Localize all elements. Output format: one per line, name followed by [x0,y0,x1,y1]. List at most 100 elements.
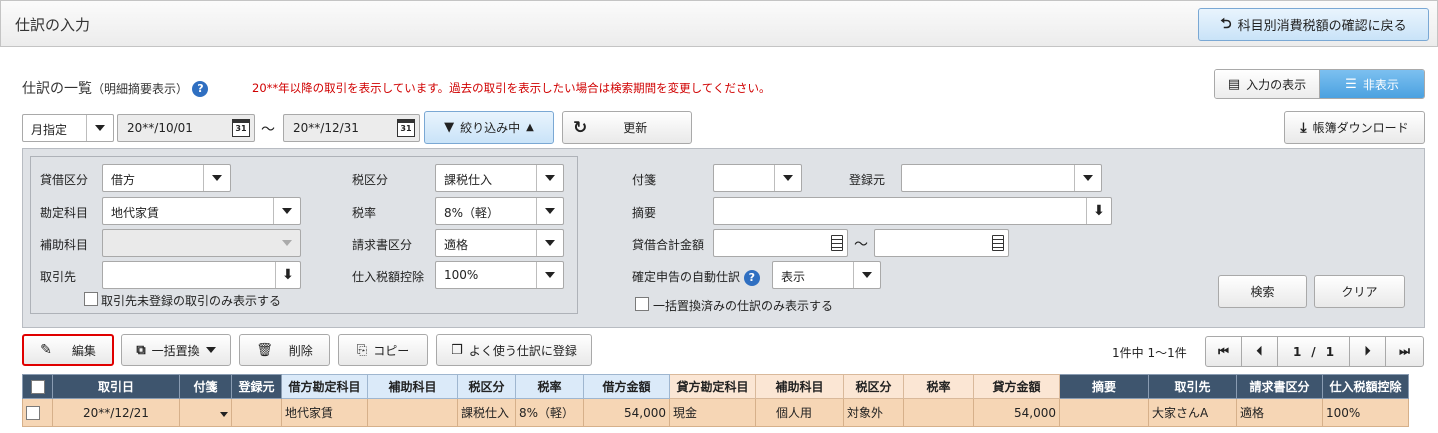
input-view-toggle: ▤ 入力の表示 ☰ 非表示 [1214,69,1425,99]
download-arrow-icon[interactable]: ⬇ [275,262,300,288]
hide-input-label: 非表示 [1362,77,1399,92]
tax-rate-select[interactable]: 8%（軽） [435,197,564,225]
header-description[interactable]: 摘要 [1059,374,1149,399]
calculator-icon[interactable] [992,235,1004,251]
header-debit-tax-category[interactable]: 税区分 [457,374,516,399]
amount-to-input[interactable] [874,229,1009,257]
invoice-category-select[interactable]: 適格 [435,229,564,257]
chevron-down-icon [536,230,563,256]
calendar-icon[interactable]: 31 [232,119,250,137]
current-page: 1 [1292,344,1302,359]
help-icon[interactable]: ? [743,269,760,286]
menu-icon: ☰ [1345,76,1357,92]
calendar-icon[interactable]: 31 [397,119,415,137]
date-from-field[interactable]: 20**/10/01 31 [117,114,255,142]
debit-credit-select[interactable]: 借方 [102,164,231,192]
cell-credit-account[interactable]: 現金 [669,398,756,427]
date-to-field[interactable]: 20**/12/31 31 [283,114,420,142]
header-tag[interactable]: 付箋 [179,374,232,399]
help-icon[interactable]: ? [192,81,209,97]
input-tax-deduction-select[interactable]: 100% [435,261,564,289]
edit-button[interactable]: ✎ 編集 [22,334,114,366]
cell-credit-tax-rate[interactable] [903,398,974,427]
select-all-checkbox[interactable] [30,379,45,394]
partner-unregistered-checkbox[interactable] [84,292,98,306]
cell-credit-sub-account[interactable]: 個人用 [755,398,844,427]
copy-button[interactable]: ⎘ コピー [338,334,428,366]
bulk-replaced-only-checkbox[interactable] [635,297,649,311]
header-date[interactable]: 取引日 [52,374,180,399]
header-credit-tax-rate[interactable]: 税率 [903,374,974,399]
header-credit-tax-category[interactable]: 税区分 [843,374,904,399]
auto-entry-select[interactable]: 表示 [772,261,881,289]
clear-button[interactable]: クリア [1314,275,1405,308]
row-select-cell[interactable] [22,398,53,427]
hide-input-button[interactable]: ☰ 非表示 [1320,70,1424,98]
invoice-category-label: 請求書区分 [352,238,413,252]
download-ledger-button[interactable]: ⤓ 帳簿ダウンロード [1284,111,1425,144]
back-to-tax-check-button[interactable]: ⮌ 科目別消費税額の確認に戻る [1198,8,1429,41]
header-registered-from[interactable]: 登録元 [231,374,282,399]
header-input-tax-deduction[interactable]: 仕入税額控除 [1322,374,1409,399]
chevron-down-icon [273,198,300,224]
refresh-button[interactable]: ↻ 更新 [562,111,692,144]
chevron-down-icon[interactable] [220,411,228,417]
first-page-icon[interactable]: ⏮ [1206,337,1242,366]
cell-invoice-category[interactable]: 適格 [1236,398,1323,427]
header-invoice-category[interactable]: 請求書区分 [1236,374,1323,399]
header-debit-account[interactable]: 借方勘定科目 [281,374,368,399]
prev-page-icon[interactable]: ⏴ [1242,337,1278,366]
bulk-replaced-only-label: 一括置換済みの仕訳のみ表示する [653,299,834,313]
header-select-all[interactable] [22,374,53,399]
header-partner[interactable]: 取引先 [1148,374,1237,399]
tax-category-select[interactable]: 課税仕入 [435,164,564,192]
registered-from-select[interactable] [901,164,1102,192]
cell-debit-sub-account[interactable] [367,398,458,427]
tag-select[interactable] [713,164,802,192]
cell-registered-from[interactable] [231,398,282,427]
amount-from-input[interactable] [713,229,848,257]
cell-credit-amount[interactable]: 54,000 [973,398,1060,427]
next-page-icon[interactable]: ⏵ [1350,337,1386,366]
cell-credit-tax-category[interactable]: 対象外 [843,398,904,427]
download-arrow-icon[interactable]: ⬇ [1086,198,1111,224]
cell-date[interactable]: 20**/12/21 [52,398,180,427]
table-row[interactable]: 20**/12/21 地代家賃 課税仕入 8%（軽） 54,000 現金 個人用… [22,398,1409,427]
period-notice: 20**年以降の取引を表示しています。過去の取引を表示したい場合は検索期間を変更… [252,81,771,95]
cell-debit-amount[interactable]: 54,000 [583,398,670,427]
calculator-icon[interactable] [831,235,843,251]
header-debit-sub-account[interactable]: 補助科目 [367,374,458,399]
header-debit-tax-rate[interactable]: 税率 [515,374,584,399]
chevron-down-icon [536,165,563,191]
row-checkbox[interactable] [26,405,40,420]
description-input[interactable]: ⬇ [713,197,1112,225]
delete-button[interactable]: 🗑 削除 [239,334,330,366]
funnel-icon: ▼ [444,120,455,135]
cell-input-tax-deduction[interactable]: 100% [1322,398,1409,427]
cell-partner[interactable]: 大家さんA [1148,398,1237,427]
trash-icon: 🗑 [256,342,273,358]
chevron-down-icon [205,347,216,353]
cell-description[interactable] [1059,398,1149,427]
cell-debit-account[interactable]: 地代家賃 [281,398,368,427]
period-mode-select[interactable]: 月指定 [22,114,114,142]
cell-debit-tax-category[interactable]: 課税仕入 [457,398,516,427]
header-debit-amount[interactable]: 借方金額 [583,374,670,399]
journal-table: 取引日 付箋 登録元 借方勘定科目 補助科目 税区分 税率 借方金額 貸方勘定科… [22,374,1409,427]
filter-toggle-button[interactable]: ▼ 絞り込み中 ▲ [424,111,554,144]
account-select[interactable]: 地代家賃 [102,197,301,225]
last-page-icon[interactable]: ⏭ [1386,337,1423,366]
header-credit-account[interactable]: 貸方勘定科目 [669,374,756,399]
partner-input[interactable]: ⬇ [102,261,301,289]
cell-tag[interactable] [179,398,232,427]
bulk-replace-button[interactable]: ⧉ 一括置換 [121,334,231,366]
show-input-button[interactable]: ▤ 入力の表示 [1215,70,1320,98]
header-credit-sub-account[interactable]: 補助科目 [755,374,844,399]
header-credit-amount[interactable]: 貸方金額 [973,374,1060,399]
cell-debit-tax-rate[interactable]: 8%（軽） [515,398,584,427]
input-tax-deduction-label: 仕入税額控除 [352,270,425,284]
date-to-value: 20**/12/31 [293,121,359,135]
register-favorite-button[interactable]: ❒ よく使う仕訳に登録 [436,334,592,366]
page-title: 仕訳の入力 [15,16,91,34]
search-button[interactable]: 検索 [1218,275,1307,308]
